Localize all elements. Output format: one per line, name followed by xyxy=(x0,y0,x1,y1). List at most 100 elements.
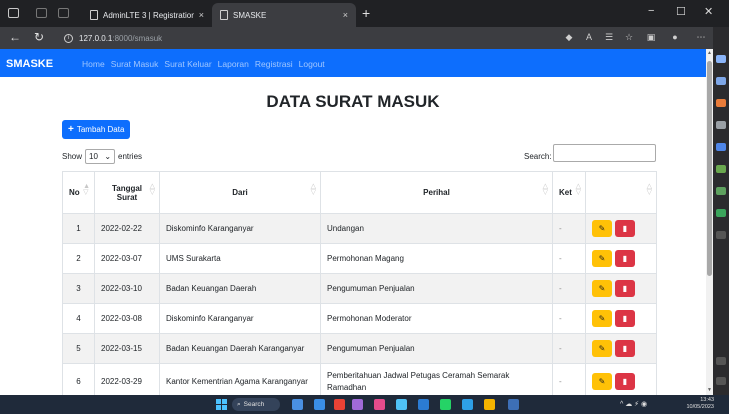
col-header-tanggal[interactable]: Tanggal Surat △ ▽ xyxy=(94,171,160,214)
cell-ket: - xyxy=(552,213,586,244)
tab-close-icon[interactable]: × xyxy=(199,10,204,20)
app-icon[interactable] xyxy=(396,399,407,410)
sidebar-settings-icon[interactable] xyxy=(716,357,726,365)
chrome-icon[interactable] xyxy=(334,399,345,410)
table-row: 5 2022-03-15 Badan Keuangan Daerah Karanga… xyxy=(62,333,657,364)
nav-surat-keluar[interactable]: Surat Keluar xyxy=(164,59,211,69)
extension-icon[interactable]: ◆ xyxy=(564,32,574,42)
delete-button[interactable]: ▮ xyxy=(615,340,635,357)
app-icon[interactable] xyxy=(508,399,519,410)
taskbar-search-label: Search xyxy=(243,401,265,408)
address-bar: ← ↻ i 127.0.0.1:8000/smasuk ◆ A ☰ ☆ ▣ ● … xyxy=(0,27,729,49)
outlook-icon[interactable] xyxy=(716,165,726,173)
scroll-up-icon[interactable]: ▲ xyxy=(706,50,713,56)
clock-date: 10/05/2023 xyxy=(686,404,714,410)
delete-button[interactable]: ▮ xyxy=(615,250,635,267)
row-actions: ✎ ▮ xyxy=(592,250,650,267)
profile-icon[interactable]: ● xyxy=(670,32,680,42)
reading-view-icon[interactable]: ☰ xyxy=(604,32,614,42)
table-row: 1 2022-02-22 Diskominfo Karanganyar Undanga… xyxy=(62,213,657,244)
page-scrollbar[interactable]: ▲ ▼ xyxy=(706,49,713,395)
table-header-row: No ▲ ▽ Tanggal Surat △ ▽ Dari △ ▽ Perihal △ ▽ Ket… xyxy=(62,171,657,214)
back-button[interactable]: ← xyxy=(9,30,21,44)
tab-smaske[interactable]: SMASKE × xyxy=(212,3,356,27)
search-input[interactable] xyxy=(553,144,656,162)
col-header-no[interactable]: No ▲ ▽ xyxy=(62,171,95,214)
new-tab-button[interactable]: + xyxy=(362,5,370,21)
entries-select[interactable]: 10 ⌄ xyxy=(85,149,116,164)
url-field[interactable]: i 127.0.0.1:8000/smasuk xyxy=(64,30,534,46)
search-icon[interactable] xyxy=(716,55,726,63)
edit-button[interactable]: ✎ xyxy=(592,373,612,390)
nav-logout[interactable]: Logout xyxy=(299,59,325,69)
minimize-button[interactable]: − xyxy=(648,5,654,17)
tab-registration[interactable]: AdminLTE 3 | Registration Page × xyxy=(82,3,212,27)
nav-surat-masuk[interactable]: Surat Masuk xyxy=(111,59,159,69)
windows-start-icon[interactable] xyxy=(216,399,227,410)
col-header-perihal[interactable]: Perihal △ ▽ xyxy=(320,171,553,214)
brand-logo[interactable]: SMASKE xyxy=(6,58,53,70)
sort-icon: △ ▽ xyxy=(646,183,652,196)
taskbar-clock[interactable]: 13:43 10/05/2023 xyxy=(686,397,714,411)
show-label: Show xyxy=(62,152,83,161)
cell-actions: ✎ ▮ xyxy=(585,333,657,364)
edge-icon[interactable] xyxy=(314,399,325,410)
favorites-icon[interactable]: ☆ xyxy=(624,32,634,42)
app-icon[interactable] xyxy=(374,399,385,410)
delete-button[interactable]: ▮ xyxy=(615,373,635,390)
maximize-button[interactable]: ☐ xyxy=(676,5,686,18)
app-icon[interactable] xyxy=(352,399,363,410)
cell-no: 2 xyxy=(62,243,95,274)
reload-button[interactable]: ↻ xyxy=(34,30,44,44)
office-icon[interactable] xyxy=(716,143,726,151)
tools-icon[interactable] xyxy=(716,99,726,107)
vscode-icon[interactable] xyxy=(418,399,429,410)
taskbar: ⌕ Search ^ ☁ ⚡ ◉ 13:43 10/05/2023 xyxy=(0,395,729,414)
delete-button[interactable]: ▮ xyxy=(615,220,635,237)
site-info-icon[interactable]: i xyxy=(64,33,73,43)
nav-home[interactable]: Home xyxy=(82,59,105,69)
read-aloud-icon[interactable]: A xyxy=(584,32,594,42)
close-window-button[interactable]: ✕ xyxy=(704,5,713,18)
whatsapp-icon[interactable] xyxy=(440,399,451,410)
drop-icon[interactable] xyxy=(716,187,726,195)
add-icon[interactable] xyxy=(716,231,726,239)
col-header-ket[interactable]: Ket △ ▽ xyxy=(552,171,586,214)
scrollbar-thumb[interactable] xyxy=(707,61,712,276)
edit-button[interactable]: ✎ xyxy=(592,220,612,237)
cell-perihal: Pengumuman Penjualan xyxy=(320,273,553,304)
add-data-button[interactable]: + Tambah Data xyxy=(62,120,131,139)
col-header-dari[interactable]: Dari △ ▽ xyxy=(159,171,321,214)
nav-registrasi[interactable]: Registrasi xyxy=(255,59,293,69)
edit-icon: ✎ xyxy=(598,224,606,233)
gear-icon[interactable] xyxy=(716,377,726,385)
scroll-down-icon[interactable]: ▼ xyxy=(706,387,713,393)
table-row: 2 2022-03-07 UMS Surakarta Permohonan Magan… xyxy=(62,243,657,274)
shopping-icon[interactable] xyxy=(716,77,726,85)
page-title: DATA SURAT MASUK xyxy=(266,92,440,111)
edit-button[interactable]: ✎ xyxy=(592,340,612,357)
tree-icon[interactable] xyxy=(716,209,726,217)
tab-close-icon[interactable]: × xyxy=(343,10,348,20)
collections-icon[interactable] xyxy=(58,8,69,18)
edit-button[interactable]: ✎ xyxy=(592,280,612,297)
cell-dari: Diskominfo Karanganyar xyxy=(159,213,321,244)
edit-icon: ✎ xyxy=(598,376,606,386)
app-icon[interactable] xyxy=(484,399,495,410)
window-menu-icon[interactable] xyxy=(8,8,19,18)
edit-button[interactable]: ✎ xyxy=(592,310,612,327)
tray-icons[interactable]: ^ ☁ ⚡ ◉ xyxy=(620,400,647,408)
delete-button[interactable]: ▮ xyxy=(615,280,635,297)
taskbar-search[interactable]: ⌕ Search xyxy=(232,398,280,411)
edit-button[interactable]: ✎ xyxy=(592,250,612,267)
app-icon[interactable] xyxy=(462,399,473,410)
collections-icon[interactable]: ▣ xyxy=(646,32,656,42)
col-header-actions[interactable]: △ ▽ xyxy=(585,171,657,214)
files-icon[interactable] xyxy=(292,399,303,410)
more-menu-icon[interactable]: ⋯ xyxy=(696,32,706,42)
nav-laporan[interactable]: Laporan xyxy=(218,59,249,69)
delete-button[interactable]: ▮ xyxy=(615,310,635,327)
games-icon[interactable] xyxy=(716,121,726,129)
workspaces-icon[interactable] xyxy=(36,8,47,18)
cell-dari: Kantor Kementrian Agama Karanganyar xyxy=(159,363,321,395)
